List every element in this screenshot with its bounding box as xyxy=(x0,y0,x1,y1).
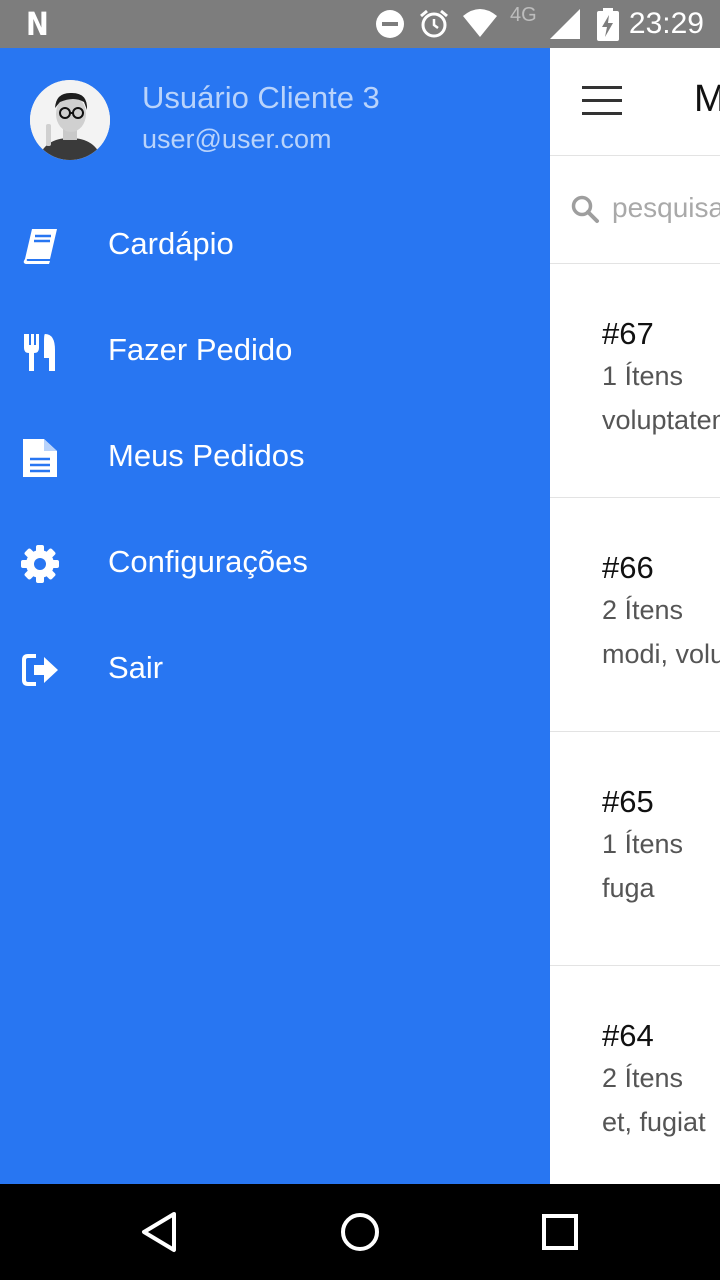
menu-item-sair[interactable]: Sair xyxy=(0,616,550,722)
system-navigation-bar xyxy=(0,1184,720,1280)
order-item-count: 1 Ítens xyxy=(602,829,684,859)
gear-icon xyxy=(21,545,59,583)
navigation-drawer: Usuário Cliente 3 user@user.com Cardápio… xyxy=(0,48,550,1184)
order-description: et, fugiat xyxy=(602,1107,706,1137)
menu-item-meus-pedidos[interactable]: Meus Pedidos xyxy=(0,404,550,510)
menu-item-label: Sair xyxy=(108,650,164,685)
order-number: #64 xyxy=(602,1018,654,1053)
utensils-icon xyxy=(24,334,55,371)
order-item-count: 2 Ítens xyxy=(602,1063,684,1093)
recents-icon[interactable] xyxy=(534,1206,586,1258)
order-item-count: 2 Ítens xyxy=(602,595,684,625)
n-logo-icon: N xyxy=(26,5,49,43)
signal-icon xyxy=(550,9,580,39)
hamburger-menu-icon[interactable] xyxy=(582,86,622,116)
menu-item-label: Cardápio xyxy=(108,226,234,261)
back-icon[interactable] xyxy=(134,1206,186,1258)
status-bar: N 4G 23:29 xyxy=(0,0,720,48)
order-description: fuga xyxy=(602,873,655,903)
document-icon xyxy=(23,439,57,477)
menu-item-label: Fazer Pedido xyxy=(108,332,293,367)
clock: 23:29 xyxy=(628,7,704,40)
battery-charging-icon xyxy=(597,8,619,41)
sign-out-icon xyxy=(22,654,58,686)
menu-item-label: Configurações xyxy=(108,544,308,579)
order-description: modi, volu xyxy=(602,639,720,669)
search-input[interactable] xyxy=(612,186,720,230)
order-description: voluptatem xyxy=(602,405,720,435)
network-type-label: 4G xyxy=(510,4,537,26)
user-email: user@user.com xyxy=(142,124,332,154)
do-not-disturb-icon xyxy=(376,10,404,38)
avatar[interactable] xyxy=(30,80,110,160)
wifi-icon xyxy=(463,9,497,37)
menu-item-fazer-pedido[interactable]: Fazer Pedido xyxy=(0,298,550,404)
menu-item-label: Meus Pedidos xyxy=(108,438,305,473)
user-name: Usuário Cliente 3 xyxy=(142,80,380,115)
menu-item-cardapio[interactable]: Cardápio xyxy=(0,192,550,298)
screen-title: M xyxy=(694,78,720,120)
book-icon xyxy=(23,229,57,264)
search-icon xyxy=(571,195,599,223)
home-icon[interactable] xyxy=(334,1206,386,1258)
order-number: #65 xyxy=(602,784,654,819)
order-item-count: 1 Ítens xyxy=(602,361,684,391)
drawer-menu: Cardápio Fazer Pedido Meus Pedidos Confi… xyxy=(0,192,550,722)
alarm-icon xyxy=(420,9,448,38)
user-photo xyxy=(30,80,110,160)
order-number: #66 xyxy=(602,550,654,585)
order-number: #67 xyxy=(602,316,654,351)
menu-item-configuracoes[interactable]: Configurações xyxy=(0,510,550,616)
